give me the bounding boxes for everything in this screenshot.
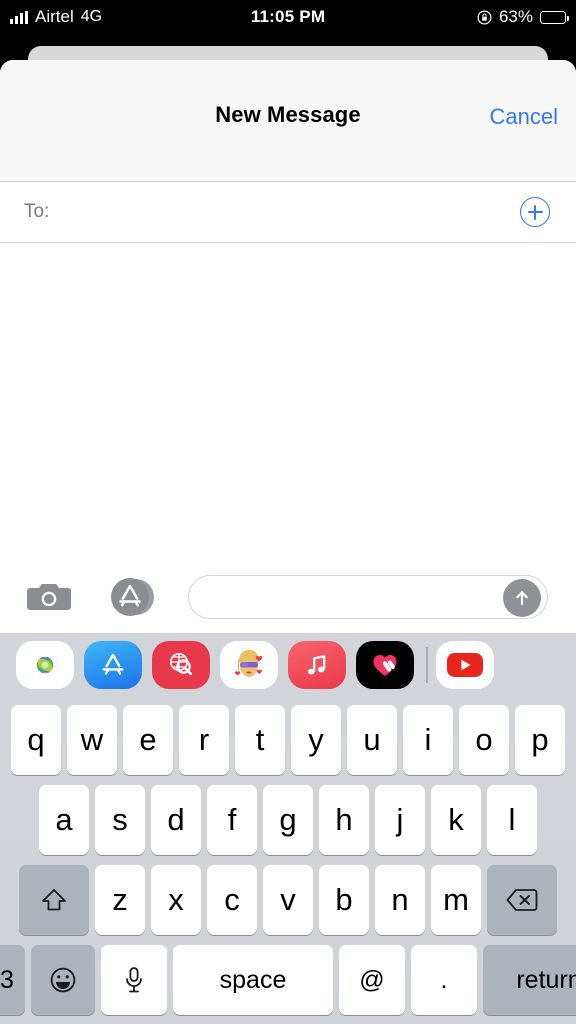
apple-music-app-icon[interactable] [288,641,346,689]
recipient-label: To: [24,201,50,222]
at-symbol-key[interactable]: @ [339,945,405,1015]
key-n[interactable]: n [375,865,425,935]
return-key[interactable]: return [483,945,576,1015]
key-s[interactable]: s [95,785,145,855]
key-t[interactable]: t [235,705,285,775]
message-text-field[interactable] [188,574,548,619]
space-key[interactable]: space [173,945,333,1015]
message-input-toolbar [0,560,576,633]
key-e[interactable]: e [123,705,173,775]
key-a[interactable]: a [39,785,89,855]
cancel-button[interactable]: Cancel [490,104,558,130]
key-l[interactable]: l [487,785,537,855]
shift-arrow-up-icon[interactable] [19,865,89,935]
sheet-navigation-bar: New Message Cancel [0,60,576,182]
battery-percentage: 63% [498,7,533,26]
key-k[interactable]: k [431,785,481,855]
keyboard-row-3: zxcvbnm [0,865,576,935]
key-j[interactable]: j [375,785,425,855]
digital-touch-app-icon[interactable] [356,641,414,689]
plus-circle-icon[interactable] [520,197,550,227]
key-g[interactable]: g [263,785,313,855]
key-p[interactable]: p [515,705,565,775]
keyboard-row-2: asdfghjkl [0,785,576,855]
camera-icon[interactable] [26,580,72,614]
key-y[interactable]: y [291,705,341,775]
key-w[interactable]: w [67,705,117,775]
new-message-sheet: New Message Cancel To: [0,60,576,605]
key-h[interactable]: h [319,785,369,855]
key-z[interactable]: z [95,865,145,935]
key-c[interactable]: c [207,865,257,935]
rotation-lock-icon [477,9,492,25]
key-q[interactable]: q [11,705,61,775]
key-d[interactable]: d [151,785,201,855]
numeric-keyboard-button[interactable]: 123 [0,945,25,1015]
key-o[interactable]: o [459,705,509,775]
period-key[interactable]: . [411,945,477,1015]
iphone-screen: Airtel 4G 11:05 PM 63% New Message Cance… [0,0,576,1024]
app-drawer-divider [426,647,428,683]
key-u[interactable]: u [347,705,397,775]
imessage-app-drawer[interactable] [0,633,576,697]
onscreen-keyboard[interactable]: qwertyuiop asdfghjkl zxcvbnm 123 [0,697,576,1024]
memoji-sticker-icon[interactable] [220,641,278,689]
microphone-icon[interactable] [101,945,167,1015]
youtube-app-icon[interactable] [435,641,494,689]
status-bar: Airtel 4G 11:05 PM 63% [0,0,576,34]
message-thread-area [0,243,576,605]
app-store-app-icon[interactable] [84,641,142,689]
backspace-delete-icon[interactable] [487,865,557,935]
key-f[interactable]: f [207,785,257,855]
key-v[interactable]: v [263,865,313,935]
keyboard-row-1: qwertyuiop [0,705,576,775]
status-bar-right: 63% [477,7,569,27]
key-x[interactable]: x [151,865,201,935]
photos-app-icon[interactable] [16,641,74,689]
key-b[interactable]: b [319,865,369,935]
emoji-smiley-icon[interactable] [31,945,95,1015]
app-store-icon[interactable] [104,575,160,619]
key-m[interactable]: m [431,865,481,935]
key-r[interactable]: r [179,705,229,775]
key-i[interactable]: i [403,705,453,775]
keyboard-row-4: 123 space @ . return [0,945,576,1015]
send-arrow-up-icon[interactable] [503,578,541,617]
recipient-row[interactable]: To: [0,182,576,243]
battery-icon [540,10,569,24]
images-search-app-icon[interactable] [152,641,210,689]
